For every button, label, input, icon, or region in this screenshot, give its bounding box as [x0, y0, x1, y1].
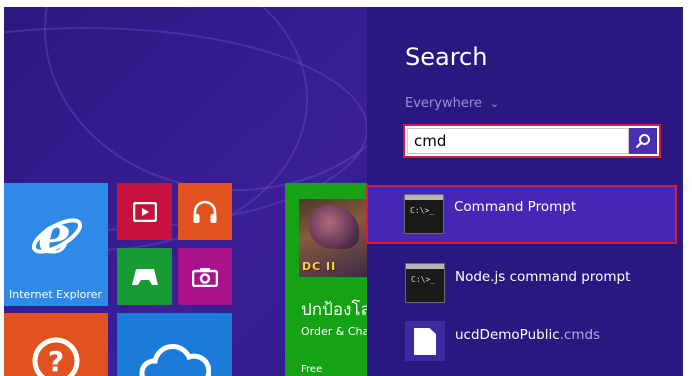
search-result-ucddemopublic[interactable]: ucdDemoPublic.cmds	[367, 313, 679, 371]
store-app-logo: DC II	[302, 260, 337, 273]
document-sheet	[414, 328, 436, 355]
video-icon	[132, 201, 157, 222]
search-result-label: Node.js command prompt	[455, 269, 631, 285]
console-titlebar	[406, 264, 444, 269]
tile-camera[interactable]	[178, 248, 232, 305]
tile-label: Internet Explorer	[9, 288, 102, 301]
game-controller-icon	[131, 268, 158, 285]
search-scope-label: Everywhere	[405, 96, 482, 111]
command-prompt-icon: C:\>_	[405, 263, 445, 303]
chevron-down-icon: ⌄	[489, 97, 500, 110]
tile-store-app[interactable]: DC II ปกป้องโล Order & Cha Free	[285, 183, 371, 376]
console-titlebar	[405, 195, 443, 200]
start-screen: e Internet Explorer ? DC II ปกป้องโล Ord…	[4, 7, 683, 376]
svg-text:?: ?	[48, 345, 64, 376]
store-app-price: Free	[301, 364, 323, 375]
console-prompt-text: C:\>_	[410, 206, 435, 215]
console-prompt-text: C:\>_	[411, 275, 436, 284]
search-result-label: ucdDemoPublic.cmds	[455, 327, 600, 343]
headphones-icon	[193, 200, 217, 223]
command-prompt-icon: C:\>_	[404, 194, 444, 234]
tile-weather[interactable]	[117, 313, 232, 376]
search-box	[403, 124, 661, 158]
tile-video[interactable]	[117, 183, 172, 240]
help-icon: ?	[32, 337, 80, 376]
tile-games[interactable]	[117, 248, 172, 305]
tile-help[interactable]: ?	[4, 313, 108, 376]
search-icon	[635, 134, 650, 149]
store-app-subtitle: Order & Cha	[301, 325, 370, 338]
internet-explorer-icon: e	[31, 209, 82, 261]
search-result-label: Command Prompt	[454, 199, 577, 215]
store-app-artwork	[309, 205, 359, 249]
tile-music[interactable]	[178, 183, 232, 240]
search-result-command-prompt[interactable]: C:\>_ Command Prompt	[366, 185, 677, 244]
search-result-nodejs-command-prompt[interactable]: C:\>_ Node.js command prompt	[367, 255, 679, 313]
store-app-title: ปกป้องโล	[301, 300, 371, 320]
camera-icon	[192, 267, 218, 287]
file-extension: .cmds	[559, 327, 601, 343]
search-input[interactable]	[407, 128, 629, 154]
tile-internet-explorer[interactable]: e Internet Explorer	[4, 183, 108, 306]
search-button[interactable]	[629, 128, 657, 154]
search-title: Search	[405, 43, 488, 71]
search-scope-dropdown[interactable]: Everywhere ⌄	[405, 96, 499, 111]
cloud-icon	[139, 344, 211, 376]
store-app-image: DC II	[299, 199, 369, 277]
file-name: ucdDemoPublic	[455, 327, 560, 343]
search-pane: Search Everywhere ⌄ C:\>_ Command Prompt	[366, 7, 683, 376]
document-icon	[405, 321, 445, 361]
